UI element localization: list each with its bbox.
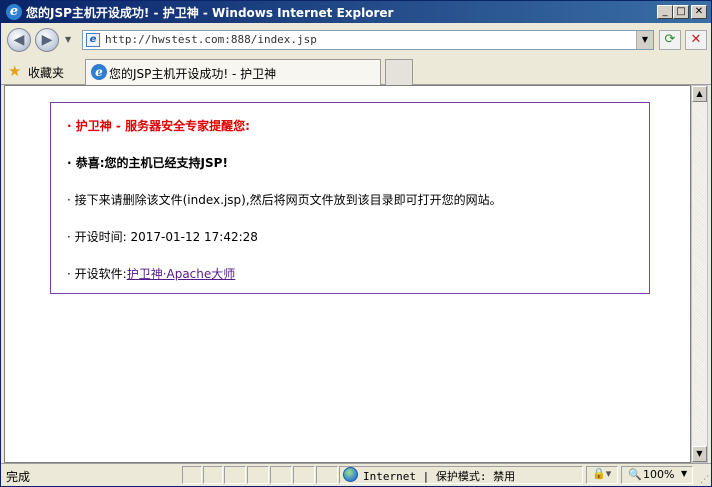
stop-icon: ✕ <box>690 32 702 47</box>
address-url[interactable]: http://hwstest.com:888/index.jsp <box>105 33 317 46</box>
status-segment <box>316 466 338 484</box>
refresh-icon: ⟳ <box>664 32 676 47</box>
tab-current[interactable]: e 您的JSP主机开设成功! - 护卫神 <box>85 59 381 85</box>
forward-arrow-icon: ▶ <box>41 32 53 48</box>
favorites-button[interactable]: 收藏夹 <box>28 64 64 81</box>
ie-logo-icon: e <box>6 4 22 20</box>
back-arrow-icon: ◀ <box>13 32 25 48</box>
zoom-level[interactable]: 100% <box>643 468 674 481</box>
notice-box: · 护卫神 - 服务器安全专家提醒您: · 恭喜:您的主机已经支持JSP! · … <box>50 102 650 294</box>
scroll-up-button[interactable]: ▲ <box>692 86 707 102</box>
status-segment <box>270 466 292 484</box>
scroll-track[interactable] <box>692 102 707 446</box>
status-segment <box>203 466 223 484</box>
window-title: 您的JSP主机开设成功! - 护卫神 - Windows Internet Ex… <box>26 6 394 20</box>
status-segment <box>224 466 246 484</box>
favorites-bar: ★ 收藏夹 e 您的JSP主机开设成功! - 护卫神 <box>1 57 711 85</box>
forward-button[interactable]: ▶ <box>35 28 59 52</box>
zoom-icon: 🔍 <box>628 468 642 481</box>
browser-window: e 您的JSP主机开设成功! - 护卫神 - Windows Internet … <box>0 0 712 487</box>
resize-grip-icon[interactable]: ⋰ <box>700 475 709 485</box>
maximize-button[interactable]: □ <box>673 5 689 19</box>
status-bar: 完成 Internet | 保护模式: 禁用 🔒▾ 🔍 100% ▼ ⋰ <box>1 463 711 486</box>
status-segment <box>247 466 269 484</box>
recent-pages-dropdown[interactable]: ▼ <box>65 35 71 44</box>
status-text: 完成 <box>6 470 31 484</box>
security-icon[interactable]: 🔒▾ <box>592 467 611 480</box>
scroll-down-button[interactable]: ▼ <box>692 446 707 462</box>
globe-icon <box>343 467 358 482</box>
zoom-dropdown[interactable]: ▼ <box>681 469 687 478</box>
open-time: · 开设时间: 2017-01-12 17:42:28 <box>67 230 258 244</box>
tab-title: 您的JSP主机开设成功! - 护卫神 <box>109 67 277 81</box>
page-content: · 护卫神 - 服务器安全专家提醒您: · 恭喜:您的主机已经支持JSP! · … <box>4 85 691 463</box>
favorites-star-icon[interactable]: ★ <box>8 62 21 80</box>
address-bar[interactable]: e http://hwstest.com:888/index.jsp ▼ <box>82 30 654 50</box>
success-message: · 恭喜:您的主机已经支持JSP! <box>67 156 228 170</box>
status-segment <box>182 466 202 484</box>
vertical-scrollbar[interactable]: ▲ ▼ <box>691 85 708 463</box>
title-bar[interactable]: e 您的JSP主机开设成功! - 护卫神 - Windows Internet … <box>1 1 711 23</box>
tab-ie-icon: e <box>91 64 107 80</box>
security-zone: Internet | 保护模式: 禁用 <box>363 470 516 483</box>
software-label: · 开设软件: <box>67 267 127 281</box>
notice-heading: · 护卫神 - 服务器安全专家提醒您: <box>67 119 250 133</box>
back-button[interactable]: ◀ <box>7 28 31 52</box>
instruction-text: · 接下来请删除该文件(index.jsp),然后将网页文件放到该目录即可打开您… <box>67 193 502 207</box>
stop-button[interactable]: ✕ <box>685 30 707 50</box>
new-tab-button[interactable] <box>385 59 413 85</box>
minimize-button[interactable]: _ <box>657 5 673 19</box>
close-button[interactable]: ✕ <box>691 5 707 19</box>
navigation-bar: ◀ ▶ ▼ e http://hwstest.com:888/index.jsp… <box>1 23 711 57</box>
address-dropdown[interactable]: ▼ <box>636 31 653 49</box>
software-line: · 开设软件:护卫神·Apache大师 <box>67 265 235 282</box>
refresh-button[interactable]: ⟳ <box>659 30 681 50</box>
software-link[interactable]: 护卫神·Apache大师 <box>127 267 236 281</box>
page-icon: e <box>86 33 100 47</box>
status-segment <box>293 466 315 484</box>
